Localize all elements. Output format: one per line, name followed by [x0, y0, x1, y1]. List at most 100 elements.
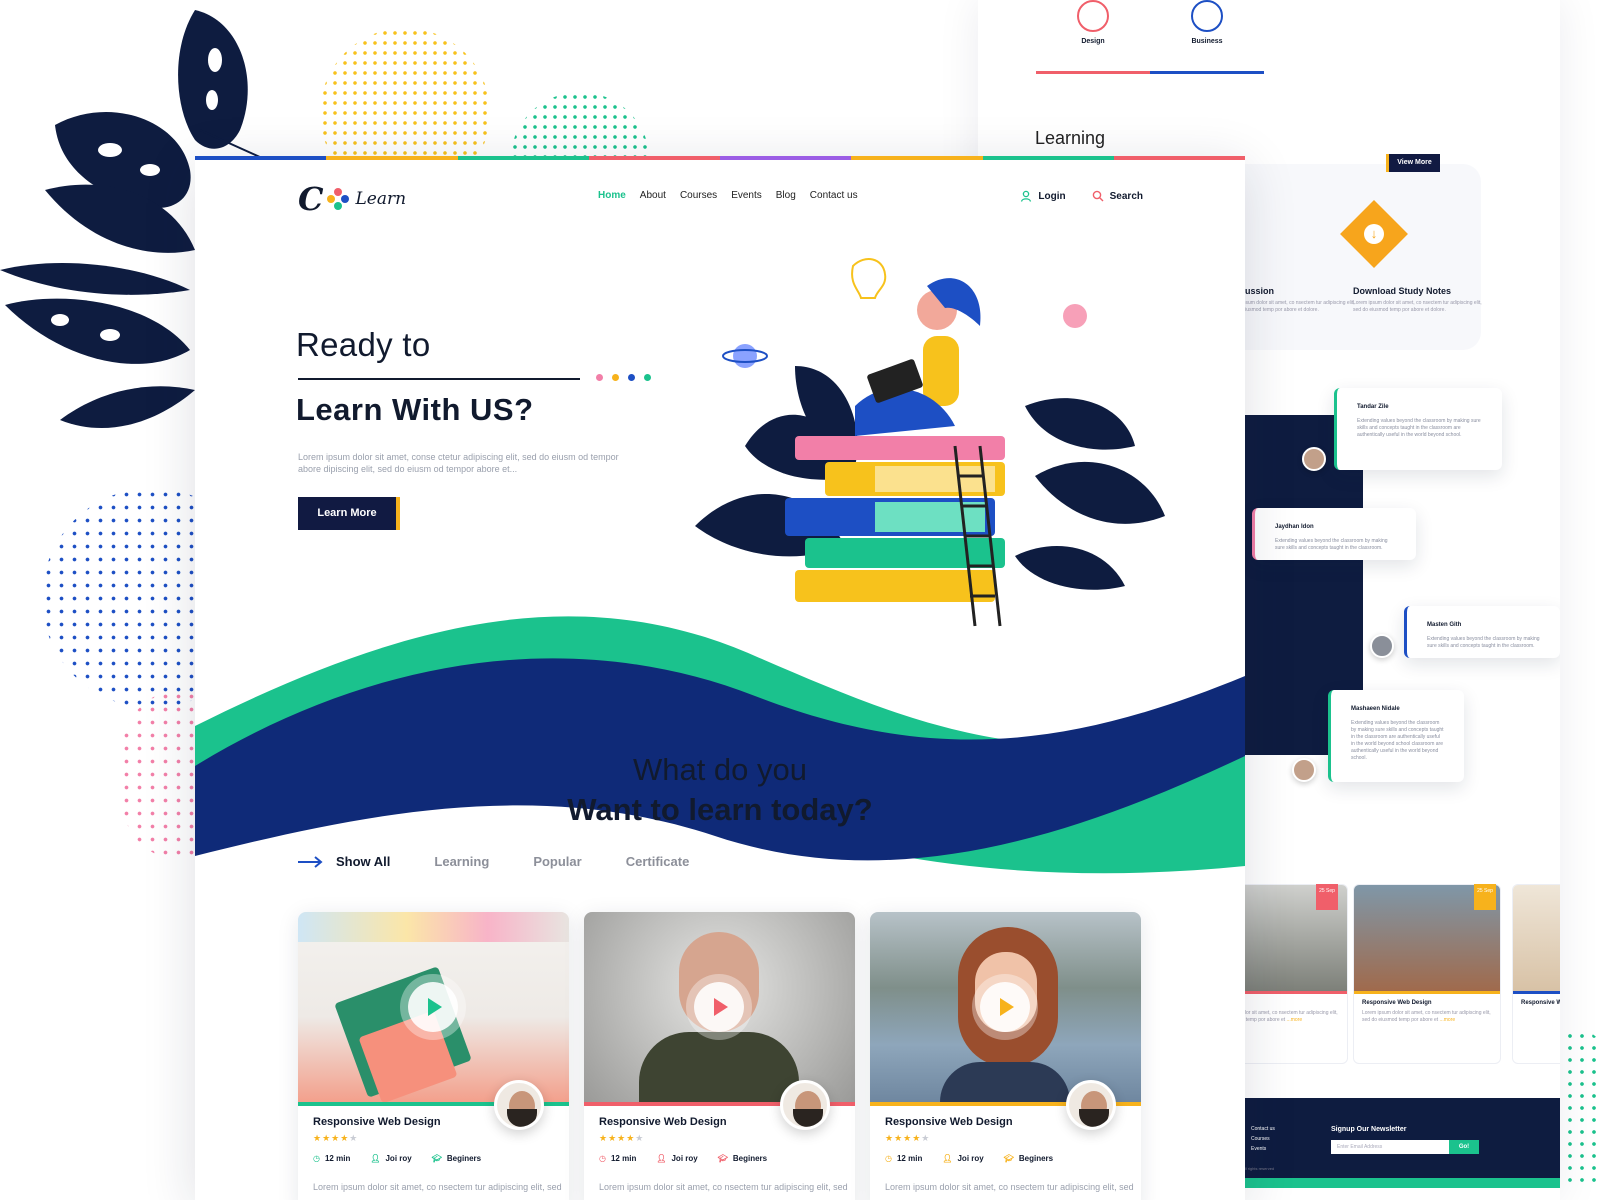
- main-nav: Home About Courses Events Blog Contact u…: [598, 190, 858, 201]
- testimonial-text: Extending values beyond the classroom by…: [1351, 720, 1444, 761]
- testimonial-text: Extending values beyond the classroom by…: [1275, 538, 1388, 551]
- play-button[interactable]: [408, 982, 458, 1032]
- nav-blog[interactable]: Blog: [776, 190, 796, 201]
- testimonial-name: Tandar Zile: [1357, 404, 1389, 410]
- course-card[interactable]: Responsive Web Design ★★★★★ ◷ 12 min 👤︎ Jo…: [298, 912, 569, 1200]
- login-label: Login: [1038, 190, 1066, 202]
- clock-icon: ◷: [313, 1154, 320, 1163]
- course-card[interactable]: Responsive Web Design ★★★★★ ◷ 12 min 👤︎ Jo…: [584, 912, 855, 1200]
- color-strip: [195, 156, 1245, 160]
- login-button[interactable]: Login: [1020, 190, 1066, 202]
- course-title: Responsive Web Design: [599, 1116, 727, 1128]
- feature-text: Lorem ipsum dolor sit amet, co nsectem t…: [1226, 300, 1355, 313]
- instructor-avatar: [494, 1080, 544, 1130]
- learn-more-button[interactable]: Learn More: [298, 497, 400, 530]
- course-card[interactable]: Responsive Web Design ★★★★★ ◷ 12 min 👤︎ Jo…: [870, 912, 1141, 1200]
- play-icon: [428, 998, 442, 1016]
- features-panel: [1221, 164, 1481, 350]
- section-title: Want to learn today?: [567, 792, 873, 827]
- category-business-label: Business: [1191, 38, 1223, 45]
- course-card-preview-text: Lorem ipsum dolor sit amet, co nsectem t…: [1362, 1010, 1491, 1023]
- user-icon: 👤︎: [656, 1154, 667, 1163]
- view-more-button[interactable]: View More: [1386, 154, 1440, 172]
- author: 👤︎ Joi roy: [942, 1154, 984, 1163]
- course-card-preview[interactable]: Responsive Web Design Lorem ipsum dolor …: [1353, 884, 1501, 1064]
- course-description: Lorem ipsum dolor sit amet, co nsectem t…: [313, 1182, 562, 1192]
- author: 👤︎ Joi roy: [656, 1154, 698, 1163]
- graduation-cap-icon: 🎓︎: [1003, 1154, 1014, 1163]
- nav-home[interactable]: Home: [598, 190, 626, 201]
- testimonial-text: Extending values beyond the classroom by…: [1357, 418, 1481, 438]
- category-business[interactable]: Business: [1150, 0, 1264, 74]
- hero-divider-dots: [596, 374, 651, 381]
- download-arrow-icon: ↓: [1364, 224, 1384, 244]
- course-description: Lorem ipsum dolor sit amet, co nsectem t…: [885, 1182, 1134, 1192]
- feature-text: Lorem ipsum dolor sit amet, co nsectem t…: [1353, 300, 1482, 313]
- testimonial-card: Mashaeen Nidale Extending values beyond …: [1328, 690, 1464, 782]
- filter-certificate[interactable]: Certificate: [626, 854, 690, 869]
- hero-divider: [298, 378, 580, 380]
- section-subtitle: What do you: [632, 752, 808, 787]
- play-button[interactable]: [980, 982, 1030, 1032]
- nav-courses[interactable]: Courses: [680, 190, 717, 201]
- nav-events[interactable]: Events: [731, 190, 762, 201]
- nav-about[interactable]: About: [640, 190, 666, 201]
- category-design[interactable]: Design: [1036, 0, 1150, 74]
- avatar: [1370, 634, 1394, 658]
- course-card-preview-title: Responsive We: [1521, 1000, 1560, 1006]
- logo-dots-icon: [327, 188, 350, 210]
- level: 🎓︎ Beginers: [431, 1154, 482, 1163]
- search-label: Search: [1109, 190, 1143, 202]
- clock-icon: ◷: [599, 1154, 606, 1163]
- testimonial-name: Masten Gith: [1427, 622, 1462, 628]
- footer-link[interactable]: Courses: [1251, 1136, 1270, 1142]
- footer-link[interactable]: Contact us: [1251, 1126, 1275, 1132]
- search-button[interactable]: Search: [1092, 190, 1143, 202]
- user-icon: 👤︎: [370, 1154, 381, 1163]
- course-filters: Show All Learning Popular Certificate: [298, 854, 733, 869]
- filter-learning[interactable]: Learning: [434, 854, 489, 869]
- course-title: Responsive Web Design: [313, 1116, 441, 1128]
- nav-contact[interactable]: Contact us: [810, 190, 858, 201]
- search-icon: [1092, 190, 1104, 202]
- course-meta: ◷ 12 min 👤︎ Joi roy 🎓︎ Beginers: [313, 1154, 501, 1163]
- play-button[interactable]: [694, 982, 744, 1032]
- newsletter-go-button[interactable]: Go!: [1449, 1140, 1479, 1154]
- reading-illustration: [695, 258, 1165, 638]
- palette-icon: [1077, 0, 1109, 32]
- testimonial-card: Jaydhan Idon Extending values beyond the…: [1252, 508, 1416, 560]
- instructor-avatar: [1066, 1080, 1116, 1130]
- graduation-cap-icon: 🎓︎: [431, 1154, 442, 1163]
- testimonial-name: Mashaeen Nidale: [1351, 706, 1400, 712]
- course-card-preview-title: Responsive Web Design: [1362, 1000, 1432, 1006]
- testimonial-name: Jaydhan Idon: [1275, 524, 1314, 530]
- hero-subtitle: Ready to: [296, 326, 431, 363]
- graduation-cap-icon: 🎓︎: [717, 1154, 728, 1163]
- duration: ◷ 12 min: [599, 1154, 637, 1163]
- filter-show-all[interactable]: Show All: [336, 854, 390, 869]
- logo-letter: C: [298, 180, 324, 218]
- testimonial-card: Tandar Zile Extending values beyond the …: [1334, 388, 1502, 470]
- course-meta: ◷ 12 min 👤︎ Joi roy 🎓︎ Beginers: [885, 1154, 1073, 1163]
- category-underline-pink: [1036, 71, 1150, 74]
- arrow-right-icon: [298, 855, 323, 868]
- logo[interactable]: C Learn: [298, 180, 406, 218]
- course-title: Responsive Web Design: [885, 1116, 1013, 1128]
- course-card-preview[interactable]: Responsive We: [1512, 884, 1560, 1064]
- course-meta: ◷ 12 min 👤︎ Joi roy 🎓︎ Beginers: [599, 1154, 787, 1163]
- rating-stars: ★★★★★: [885, 1133, 931, 1143]
- footer-link[interactable]: Events: [1251, 1146, 1266, 1152]
- logo-text: Learn: [355, 189, 407, 209]
- auth-links: Login Search: [1020, 190, 1143, 202]
- level: 🎓︎ Beginers: [1003, 1154, 1054, 1163]
- hero-title: Learn With US?: [296, 392, 534, 427]
- play-icon: [1000, 998, 1014, 1016]
- testimonial-card: Masten Gith Extending values beyond the …: [1404, 606, 1560, 658]
- course-description: Lorem ipsum dolor sit amet, co nsectem t…: [599, 1182, 848, 1192]
- feature-title: Download Study Notes: [1353, 286, 1452, 296]
- rating-stars: ★★★★★: [599, 1133, 645, 1143]
- category-underline-blue: [1150, 71, 1264, 74]
- play-icon: [714, 998, 728, 1016]
- newsletter-email-input[interactable]: Enter Email Address: [1331, 1140, 1449, 1154]
- filter-popular[interactable]: Popular: [533, 854, 581, 869]
